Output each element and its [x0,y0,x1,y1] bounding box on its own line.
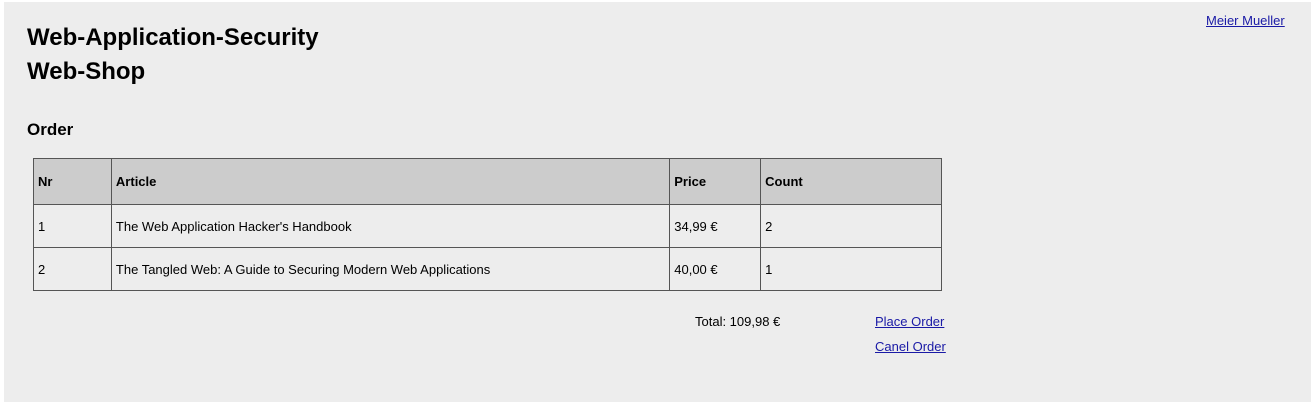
site-title: Web-Application-Security [27,24,319,51]
table-row: 1 The Web Application Hacker's Handbook … [33,204,942,248]
column-header-article: Article [110,158,671,205]
column-header-nr: Nr [33,158,112,205]
table-header-row: Nr Article Price Count [33,158,942,205]
cell-count: 1 [760,247,942,291]
cell-price: 40,00 € [669,247,762,291]
order-heading: Order [27,120,74,139]
cell-nr: 2 [33,247,112,291]
cell-nr: 1 [33,204,112,248]
cell-price: 34,99 € [669,204,762,248]
cell-count: 2 [760,204,942,248]
column-header-count: Count [760,158,942,205]
column-header-price: Price [669,158,762,205]
place-order-link[interactable]: Place Order [875,314,944,329]
cell-article: The Web Application Hacker's Handbook [110,204,671,248]
order-total: Total: 109,98 € [695,314,781,329]
cancel-order-link[interactable]: Canel Order [875,339,946,354]
user-name-link[interactable]: Meier Mueller [1206,13,1285,28]
site-subtitle: Web-Shop [27,58,146,85]
table-row: 2 The Tangled Web: A Guide to Securing M… [33,247,942,291]
order-table: Nr Article Price Count 1 The Web Applica… [33,158,942,291]
cell-article: The Tangled Web: A Guide to Securing Mod… [110,247,671,291]
page-container: Meier Mueller Web-Application-Security W… [4,2,1311,402]
